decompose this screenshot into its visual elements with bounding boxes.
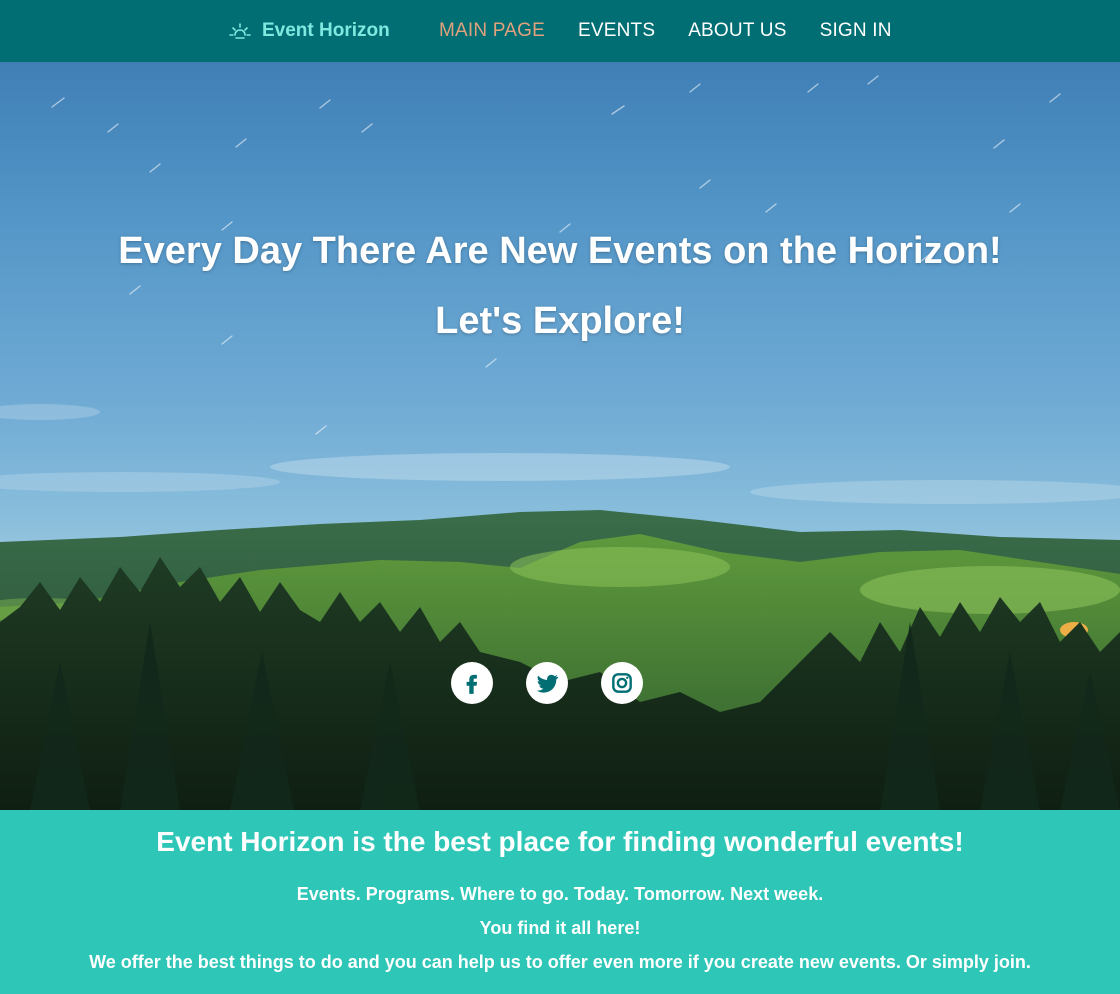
nav-about-us[interactable]: ABOUT US [688, 20, 786, 42]
about-section: Event Horizon is the best place for find… [0, 810, 1120, 994]
about-line-1: Events. Programs. Where to go. Today. To… [296, 884, 824, 904]
top-navbar: Event Horizon MAIN PAGE EVENTS ABOUT US … [0, 0, 1120, 62]
nav-sign-in[interactable]: SIGN IN [820, 20, 892, 42]
instagram-icon [612, 673, 632, 693]
facebook-icon [466, 674, 478, 694]
twitter-icon [536, 674, 559, 693]
hero-subtitle: Let's Explore! [435, 300, 685, 342]
brand-logo-link[interactable]: Event Horizon [228, 0, 390, 62]
instagram-link[interactable] [601, 662, 643, 704]
about-heading: Event Horizon is the best place for find… [156, 826, 964, 857]
about-line-2: You find it all here! [479, 918, 641, 938]
about-line-3: We offer the best things to do and you c… [89, 952, 1031, 972]
brand-name: Event Horizon [262, 20, 390, 41]
main-nav: MAIN PAGE EVENTS ABOUT US SIGN IN [439, 0, 892, 62]
nav-main-page[interactable]: MAIN PAGE [439, 20, 545, 42]
nav-events[interactable]: EVENTS [578, 20, 655, 42]
social-links [451, 662, 643, 704]
sun-horizon-icon [229, 23, 251, 39]
hero-banner: Every Day There Are New Events on the Ho… [0, 62, 1120, 810]
twitter-link[interactable] [526, 662, 568, 704]
hero-title: Every Day There Are New Events on the Ho… [118, 230, 1002, 272]
facebook-link[interactable] [451, 662, 493, 704]
